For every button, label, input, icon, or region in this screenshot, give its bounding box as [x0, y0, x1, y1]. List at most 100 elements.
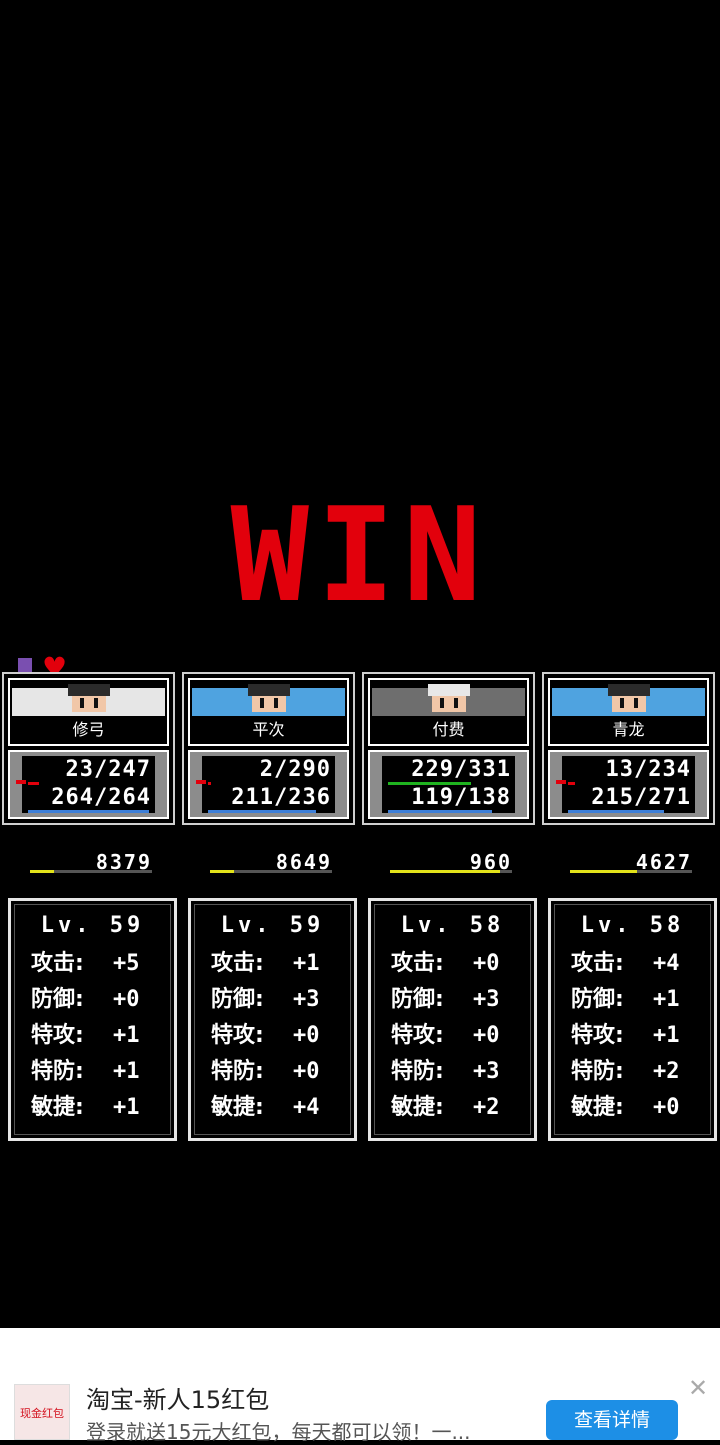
stat-value: +0 — [473, 951, 500, 976]
stat-row: 防御: +1 — [571, 987, 680, 1013]
stat-value: +1 — [113, 1023, 140, 1048]
stat-value: +0 — [293, 1059, 320, 1084]
mp-bar — [208, 810, 316, 813]
level-label: Lv. 58 — [400, 913, 505, 938]
member-card[interactable]: 付费 229/331 119/138 — [362, 672, 535, 825]
hp-bar — [568, 782, 575, 785]
exp-bar-fill — [30, 870, 54, 873]
stat-label: 特攻: — [211, 1023, 264, 1048]
stats-box: Lv. 58 攻击: +4 防御: +1 特攻: +1 特防: +2 敏捷: +… — [548, 898, 717, 1141]
stat-row: 敏捷: +2 — [391, 1095, 500, 1121]
mp-value: 264/264 — [51, 785, 151, 810]
name-panel: 平次 — [188, 678, 349, 746]
stat-label: 防御: — [571, 987, 624, 1012]
stat-label: 特防: — [391, 1059, 444, 1084]
stat-row: 攻击: +1 — [211, 951, 320, 977]
exp-bar-fill — [570, 870, 637, 873]
stat-value: +0 — [473, 1023, 500, 1048]
stats-box: Lv. 58 攻击: +0 防御: +3 特攻: +0 特防: +3 敏捷: +… — [368, 898, 537, 1141]
stat-label: 特攻: — [391, 1023, 444, 1048]
hp-bar — [208, 782, 211, 785]
stat-row: 敏捷: +4 — [211, 1095, 320, 1121]
close-icon[interactable]: ✕ — [688, 1374, 708, 1402]
hp-mp-panel: 23/247 264/264 — [8, 750, 169, 819]
stat-label: 攻击: — [31, 951, 84, 976]
stat-label: 防御: — [211, 987, 264, 1012]
stat-value: +3 — [473, 1059, 500, 1084]
stat-row: 特攻: +1 — [31, 1023, 140, 1049]
stat-row: 特攻: +0 — [211, 1023, 320, 1049]
stat-label: 敏捷: — [211, 1095, 264, 1120]
character-name: 平次 — [252, 720, 285, 739]
stat-value: +4 — [653, 951, 680, 976]
stat-row: 特防: +2 — [571, 1059, 680, 1085]
ad-banner[interactable]: 现金红包 淘宝-新人15红包 登录就送15元大红包，每天都可以领！一... 查看… — [0, 1328, 720, 1444]
hp-value: 13/234 — [605, 757, 691, 782]
win-banner: WIN — [230, 479, 490, 631]
character-portrait-icon — [606, 684, 652, 716]
stat-value: +1 — [293, 951, 320, 976]
stat-row: 敏捷: +0 — [571, 1095, 680, 1121]
stat-label: 特防: — [211, 1059, 264, 1084]
stat-value: +3 — [293, 987, 320, 1012]
stat-value: +1 — [653, 987, 680, 1012]
exp-row: 8649 — [210, 850, 332, 880]
stat-value: +1 — [113, 1095, 140, 1120]
stat-value: +4 — [293, 1095, 320, 1120]
hp-mp-panel: 13/234 215/271 — [548, 750, 709, 819]
low-hp-marker — [196, 780, 206, 784]
member-card[interactable]: 修弓 23/247 264/264 — [2, 672, 175, 825]
stat-label: 特防: — [571, 1059, 624, 1084]
ad-title[interactable]: 淘宝-新人15红包 — [86, 1380, 269, 1415]
mp-bar — [388, 810, 492, 813]
stat-row: 特防: +3 — [391, 1059, 500, 1085]
hp-value: 2/290 — [259, 757, 331, 782]
stat-row: 特攻: +1 — [571, 1023, 680, 1049]
hp-mp-panel: 229/331 119/138 — [368, 750, 529, 819]
hp-mp-panel: 2/290 211/236 — [188, 750, 349, 819]
name-panel: 修弓 — [8, 678, 169, 746]
stat-row: 防御: +0 — [31, 987, 140, 1013]
stat-row: 特防: +0 — [211, 1059, 320, 1085]
member-card[interactable]: 青龙 13/234 215/271 — [542, 672, 715, 825]
exp-bar-fill — [210, 870, 234, 873]
character-portrait-icon — [66, 684, 112, 716]
ad-description[interactable]: 登录就送15元大红包，每天都可以领！一... — [86, 1416, 536, 1445]
character-name: 修弓 — [72, 720, 105, 739]
name-panel: 青龙 — [548, 678, 709, 746]
stat-value: +3 — [473, 987, 500, 1012]
mp-bar — [28, 810, 149, 813]
ad-thumbnail-label: 现金红包 — [20, 1407, 64, 1420]
stat-row: 防御: +3 — [211, 987, 320, 1013]
mp-bar — [568, 810, 664, 813]
stat-label: 防御: — [31, 987, 84, 1012]
ad-thumbnail[interactable]: 现金红包 — [14, 1384, 70, 1440]
exp-row: 8379 — [30, 850, 152, 880]
ad-view-details-button[interactable]: 查看详情 — [546, 1400, 678, 1440]
stat-label: 特攻: — [31, 1023, 84, 1048]
hp-value: 23/247 — [65, 757, 151, 782]
stat-value: +5 — [113, 951, 140, 976]
party-panel: 修弓 23/247 264/264 8379 Lv. 59 攻击: +5 防御:… — [0, 672, 720, 1152]
exp-value: 8649 — [275, 850, 332, 874]
low-hp-marker — [16, 780, 26, 784]
character-portrait-icon — [246, 684, 292, 716]
character-name: 青龙 — [612, 720, 645, 739]
exp-value: 960 — [469, 850, 512, 874]
hp-value: 229/331 — [411, 757, 511, 782]
low-hp-marker — [556, 780, 566, 784]
exp-row: 4627 — [570, 850, 692, 880]
member-card[interactable]: 平次 2/290 211/236 — [182, 672, 355, 825]
mp-value: 215/271 — [591, 785, 691, 810]
stat-label: 攻击: — [391, 951, 444, 976]
stat-label: 防御: — [391, 987, 444, 1012]
stat-value: +1 — [113, 1059, 140, 1084]
stat-row: 攻击: +0 — [391, 951, 500, 977]
level-label: Lv. 59 — [220, 913, 325, 938]
level-label: Lv. 58 — [580, 913, 685, 938]
mp-value: 119/138 — [411, 785, 511, 810]
stat-row: 攻击: +5 — [31, 951, 140, 977]
stats-box: Lv. 59 攻击: +5 防御: +0 特攻: +1 特防: +1 敏捷: +… — [8, 898, 177, 1141]
stat-label: 特攻: — [571, 1023, 624, 1048]
name-panel: 付费 — [368, 678, 529, 746]
